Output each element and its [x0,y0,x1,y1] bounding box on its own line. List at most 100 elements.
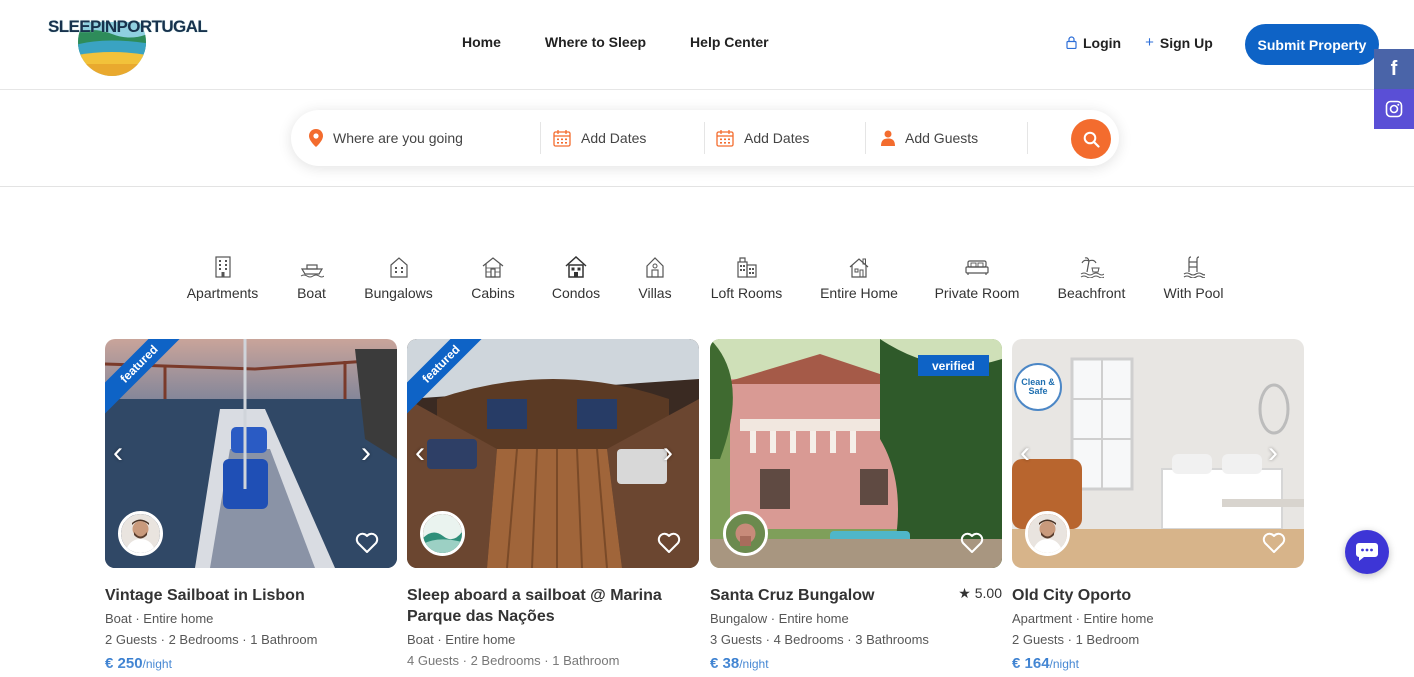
search-icon [1083,131,1100,148]
category-with-pool[interactable]: With Pool [1164,256,1223,301]
next-photo-chevron-icon[interactable]: › [663,437,685,469]
category-label: With Pool [1163,285,1224,301]
location-field[interactable] [309,122,541,154]
prev-photo-chevron-icon[interactable]: ‹ [415,437,437,469]
category-bungalows[interactable]: Bungalows [364,256,433,301]
next-photo-chevron-icon[interactable]: › [361,437,383,469]
guests-field[interactable]: Add Guests [881,122,1028,154]
listing-rating: ★ 5.00 [958,585,1002,602]
host-portrait [121,514,160,553]
category-private-room[interactable]: Private Room [935,256,1019,301]
nav-help-center[interactable]: Help Center [690,34,769,50]
listing-photo[interactable]: Clean & Safe ‹ › [1012,339,1304,568]
listing-photo[interactable]: verified [710,339,1002,568]
login-link[interactable]: Login [1066,35,1121,51]
person-icon [881,130,895,146]
boat-icon [300,264,324,278]
category-label: Cabins [471,285,515,301]
price-unit: /night [1049,657,1079,671]
location-input[interactable] [333,130,513,146]
category-loft-rooms[interactable]: Loft Rooms [710,256,783,301]
listing-title[interactable]: Sleep aboard a sailboat @ Marina Parque … [407,585,699,627]
category-label: Apartments [186,285,259,301]
next-photo-chevron-icon[interactable]: › [1268,437,1290,469]
checkin-label: Add Dates [581,130,647,146]
auth-links: Login + Sign Up [1066,34,1213,51]
site-header: SLEEPINPORTUGAL Home Where to Sleep Help… [0,0,1414,90]
apartment-icon [214,256,231,278]
search-section: Add Dates Add Dates Add Guests [0,90,1414,187]
chat-widget-button[interactable] [1345,530,1389,574]
calendar-icon [553,130,571,147]
signup-link[interactable]: + Sign Up [1145,34,1213,51]
category-beachfront[interactable]: Beachfront [1057,256,1126,301]
lock-icon [1066,36,1077,49]
listing-type: Apartment · Entire home [1012,611,1154,626]
listing-card[interactable]: featured ‹ › Sleep aboard a sailboat @ M… [407,339,699,668]
submit-property-button[interactable]: Submit Property [1245,24,1379,65]
prev-photo-chevron-icon[interactable]: ‹ [1020,437,1042,469]
favorite-heart-icon[interactable] [960,532,984,554]
rating-value: 5.00 [974,585,1002,601]
search-bar: Add Dates Add Dates Add Guests [291,110,1119,166]
listing-details: 2 Guests · 1 Bedroom [1012,632,1140,647]
facebook-button[interactable]: f [1374,49,1414,89]
category-entire-home[interactable]: Entire Home [820,256,898,301]
category-condos[interactable]: Condos [552,256,600,301]
price-value: € 250 [105,655,143,672]
listing-details: 3 Guests · 4 Bedrooms · 3 Bathrooms [710,632,929,647]
category-bar: Apartments Boat Bungalows Cabins Condos … [0,256,1414,306]
chat-bubble-icon [1356,543,1378,561]
category-label: Condos [551,285,601,301]
listing-title[interactable]: Old City Oporto [1012,585,1304,606]
prev-photo-chevron-icon[interactable]: ‹ [113,437,135,469]
category-cabins[interactable]: Cabins [471,256,515,301]
favorite-heart-icon[interactable] [355,532,379,554]
listing-price: € 164/night [1012,655,1304,672]
listing-photo[interactable]: featured ‹ › [105,339,397,568]
host-avatar[interactable] [118,511,163,556]
home-icon [849,258,869,278]
listing-title[interactable]: Vintage Sailboat in Lisbon [105,585,397,606]
category-boat[interactable]: Boat [295,256,328,301]
category-label: Beachfront [1057,285,1126,301]
favorite-heart-icon[interactable] [657,532,681,554]
beach-icon [1080,257,1104,278]
site-logo[interactable]: SLEEPINPORTUGAL [48,12,208,78]
category-villas[interactable]: Villas [638,256,672,301]
nav-home[interactable]: Home [462,34,501,50]
map-pin-icon [309,129,323,147]
listing-photo[interactable]: featured ‹ › [407,339,699,568]
host-portrait [1028,514,1067,553]
price-unit: /night [739,657,769,671]
bed-icon [965,260,989,275]
checkout-label: Add Dates [744,130,810,146]
main-nav: Home Where to Sleep Help Center [462,34,769,50]
search-button[interactable] [1071,119,1111,159]
host-avatar[interactable] [723,511,768,556]
condo-icon [565,256,587,278]
host-avatar[interactable] [1025,511,1070,556]
favorite-heart-icon[interactable] [1262,532,1286,554]
listing-details: 4 Guests · 2 Bedrooms · 1 Bathroom [407,653,620,668]
price-value: € 164 [1012,655,1050,672]
category-label: Entire Home [820,285,898,301]
pool-icon [1183,256,1205,278]
checkin-field[interactable]: Add Dates [553,122,705,154]
price-unit: /night [142,657,172,671]
listing-type: Boat · Entire home [407,632,516,647]
listing-card[interactable]: verified ★ 5.00 Santa Cruz Bungalow Bung… [710,339,1002,672]
price-value: € 38 [710,655,740,672]
checkout-field[interactable]: Add Dates [716,122,866,154]
listing-card[interactable]: featured ‹ › Vintage Sailboat in Lisbon … [105,339,397,672]
host-avatar[interactable] [420,511,465,556]
star-icon: ★ [958,585,971,601]
listing-card[interactable]: Clean & Safe ‹ › Old City Oporto Apartme… [1012,339,1304,672]
category-label: Boat [297,285,326,301]
category-label: Villas [638,285,672,301]
nav-where-to-sleep[interactable]: Where to Sleep [545,34,646,50]
listing-type: Bungalow · Entire home [710,611,849,626]
cabin-icon [482,257,504,278]
category-apartments[interactable]: Apartments [186,256,259,301]
category-label: Private Room [934,285,1020,301]
